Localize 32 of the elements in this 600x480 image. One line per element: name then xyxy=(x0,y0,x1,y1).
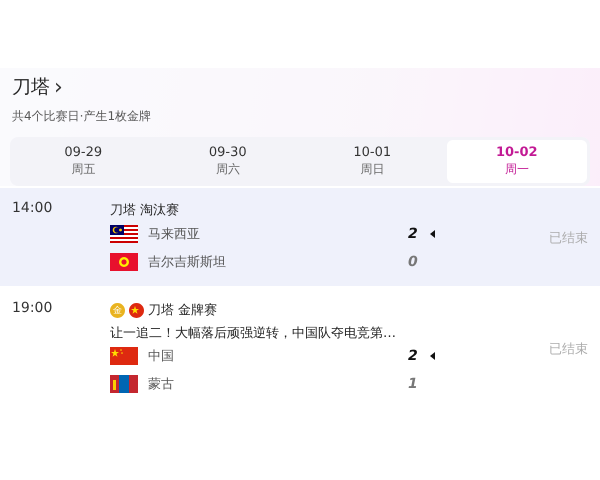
date-tab[interactable]: 10-02 周一 xyxy=(446,140,587,183)
winner-marker-icon xyxy=(430,230,435,238)
date-tab[interactable]: 09-29 周五 xyxy=(13,140,154,183)
date-tab[interactable]: 10-01 周日 xyxy=(302,140,442,183)
winner-marker-icon xyxy=(430,352,435,360)
match-status: 已结束 xyxy=(548,230,588,247)
match-time: 14:00 xyxy=(12,200,54,218)
team-name: 蒙古 xyxy=(148,376,175,393)
medal-icon: 金 xyxy=(110,302,125,318)
match-row[interactable]: 19:00 金 刀塔 金牌赛 让一追二！大幅落后顽强逆转，中国队夺电竞第… 中国 2 蒙古 1 已结束 xyxy=(0,288,600,408)
flag-icon xyxy=(110,375,138,393)
subtitle: 共4个比赛日·产生1枚金牌 xyxy=(12,108,152,125)
chevron-icon[interactable]: › xyxy=(54,74,63,100)
team-name: 吉尔吉斯斯坦 xyxy=(148,254,227,271)
match-time: 19:00 xyxy=(12,300,54,318)
flag-badge-icon xyxy=(129,302,144,318)
date-tab[interactable]: 09-30 周六 xyxy=(158,140,298,183)
team-score: 2 xyxy=(408,226,419,242)
flag-icon xyxy=(110,253,138,271)
match-title: 刀塔 金牌赛 xyxy=(148,302,218,319)
match-row[interactable]: 14:00 刀塔 淘汰赛 马来西亚 2 吉尔吉斯斯坦 0 已结束 xyxy=(0,188,600,286)
team-score: 2 xyxy=(408,348,419,364)
flag-icon xyxy=(110,347,138,365)
news-headline[interactable]: 让一追二！大幅落后顽强逆转，中国队夺电竞第… xyxy=(110,324,518,342)
team-name: 中国 xyxy=(148,348,175,365)
flag-icon xyxy=(110,225,138,243)
match-title: 刀塔 淘汰赛 xyxy=(110,202,180,219)
match-status: 已结束 xyxy=(548,341,588,358)
team-name: 马来西亚 xyxy=(148,226,201,243)
team-score: 0 xyxy=(408,254,419,270)
team-score: 1 xyxy=(408,376,419,392)
page-title: 刀塔 xyxy=(12,75,50,100)
